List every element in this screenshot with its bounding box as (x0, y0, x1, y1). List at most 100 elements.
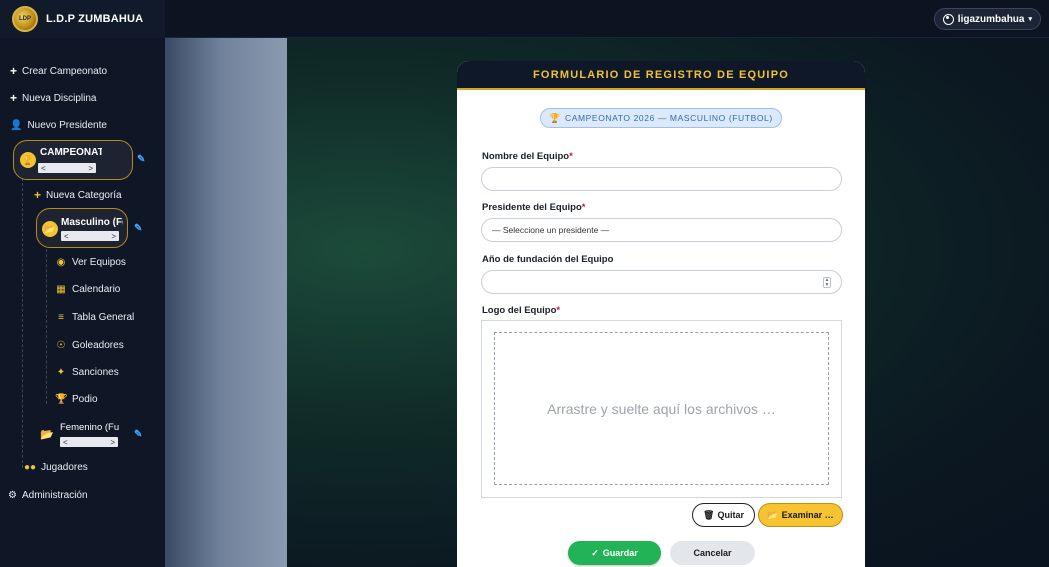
examinar-button[interactable]: 📂 Examinar … (758, 503, 843, 527)
championship-badge-label: CAMPEONATO 2026 — MASCULINO (FUTBOL) (564, 113, 773, 123)
sidebar-item-calendario[interactable]: ▦ Calendario (55, 284, 120, 295)
sidebar-item-label: Jugadores (41, 462, 88, 473)
femenino-scrollbar[interactable]: < > (60, 437, 118, 447)
campeonato-group[interactable]: 🏆 CAMPEONATO 2( < > (13, 140, 133, 180)
sidebar-item-nueva-disciplina[interactable]: + Nueva Disciplina (10, 92, 97, 104)
required-mark: * (569, 151, 573, 162)
required-mark: * (581, 202, 586, 213)
sidebar-item-crear-campeonato[interactable]: + Crear Campeonato (10, 65, 107, 77)
logo-mark: LDP (19, 16, 31, 22)
sidebar-item-label: Tabla General (72, 312, 135, 323)
chevron-left-icon[interactable]: < (64, 232, 69, 241)
guardar-button[interactable]: ✓ Guardar (568, 541, 661, 565)
background-panel (165, 38, 287, 567)
plus-icon: + (10, 64, 18, 78)
plus-icon: + (34, 188, 42, 202)
folder-open-icon: 📂 (767, 509, 779, 520)
masculino-group[interactable]: 📂 Masculino (F( < > (36, 208, 128, 248)
sidebar-item-jugadores[interactable]: ●● Jugadores (24, 462, 88, 473)
sidebar-item-label: Sanciones (72, 367, 119, 378)
anio-fundacion-input[interactable]: ▲ ▼ (481, 270, 842, 294)
plus-icon: + (10, 91, 18, 105)
top-bar: LDP L.D.P ZUMBAHUA ligazumbahua ▾ (0, 0, 1049, 38)
cancelar-label: Cancelar (693, 548, 732, 558)
form-header: FORMULARIO DE REGISTRO DE EQUIPO (457, 61, 865, 90)
masculino-scrollbar[interactable]: < > (61, 231, 119, 241)
league-logo: LDP (12, 6, 38, 32)
quitar-button[interactable]: 🗑 Quitar (692, 503, 755, 527)
femenino-title: Femenino (Fu (60, 422, 120, 433)
nombre-label: Nombre del Equipo* (482, 151, 573, 162)
chevron-right-icon[interactable]: > (88, 164, 93, 173)
trophy-icon: 🏆 (20, 152, 36, 168)
sidebar-item-nuevo-presidente[interactable]: 👤 Nuevo Presidente (10, 120, 107, 131)
edit-icon[interactable]: ✎ (134, 429, 142, 440)
sidebar-item-label: Ver Equipos (72, 257, 126, 268)
sidebar-item-label: Administración (21, 490, 88, 501)
chevron-left-icon[interactable]: < (41, 164, 46, 173)
sidebar-item-label: Nueva Disciplina (22, 92, 97, 104)
edit-icon[interactable]: ✎ (134, 223, 142, 234)
sidebar-item-tabla-general[interactable]: ≡ Tabla General (55, 312, 134, 323)
file-dropzone[interactable]: Arrastre y suelte aquí los archivos … (494, 332, 829, 485)
gears-icon: ⚙ (8, 490, 17, 501)
anio-label: Año de fundación del Equipo (482, 254, 613, 265)
team-registration-form: FORMULARIO DE REGISTRO DE EQUIPO 🏆 CAMPE… (457, 61, 865, 567)
users-icon: ◉ (56, 257, 66, 268)
quitar-label: Quitar (717, 510, 744, 520)
sidebar-item-label: Calendario (72, 284, 121, 295)
chevron-right-icon[interactable]: > (110, 438, 115, 447)
user-menu-button[interactable]: ligazumbahua ▾ (933, 8, 1041, 30)
sidebar-item-label: Nuevo Presidente (27, 120, 107, 131)
chevron-right-icon[interactable]: > (111, 232, 116, 241)
sidebar-item-nueva-categoria[interactable]: + Nueva Categoría (34, 189, 122, 201)
presidente-selected-value: — Seleccione un presidente — (492, 225, 610, 235)
nombre-equipo-input[interactable] (481, 167, 842, 191)
femenino-group[interactable]: 📂 Femenino (Fu < > (36, 418, 128, 454)
ball-icon: ☉ (56, 340, 66, 351)
user-icon: 👤 (10, 120, 23, 131)
examinar-label: Examinar … (781, 510, 834, 520)
folder-open-icon: 📂 (42, 221, 58, 237)
sidebar-item-ver-equipos[interactable]: ◉ Ver Equipos (55, 257, 126, 268)
sidebar-item-administracion[interactable]: ⚙ Administración (8, 490, 88, 501)
sidebar-item-label: Goleadores (72, 340, 124, 351)
list-icon: ≡ (58, 312, 64, 323)
edit-icon[interactable]: ✎ (137, 154, 145, 165)
chevron-left-icon[interactable]: < (63, 438, 68, 447)
number-spinner-icon[interactable]: ▲ ▼ (823, 277, 831, 288)
form-title: FORMULARIO DE REGISTRO DE EQUIPO (533, 68, 789, 81)
sidebar-item-label: Podio (72, 394, 98, 405)
penalty-icon: ✦ (56, 367, 66, 378)
tree-connector (46, 244, 47, 404)
presidente-select[interactable]: — Seleccione un presidente — (481, 218, 842, 242)
guardar-label: Guardar (602, 548, 638, 558)
cancelar-button[interactable]: Cancelar (670, 541, 755, 565)
dropzone-text: Arrastre y suelte aquí los archivos … (547, 400, 776, 417)
brand[interactable]: LDP L.D.P ZUMBAHUA (0, 0, 165, 38)
anio-label-text: Año de fundación del Equipo (482, 254, 614, 265)
trophy-icon: 🏆 (55, 394, 68, 405)
logo-label: Logo del Equipo* (482, 305, 560, 316)
calendar-icon: ▦ (56, 284, 66, 295)
sidebar-item-sanciones[interactable]: ✦ Sanciones (55, 367, 119, 378)
sidebar-item-podio[interactable]: 🏆 Podio (55, 394, 98, 405)
chevron-down-icon: ▾ (1028, 16, 1032, 23)
trash-icon: 🗑 (703, 509, 715, 520)
user-circle-icon (942, 13, 954, 25)
required-mark: * (556, 305, 561, 316)
championship-badge: 🏆 CAMPEONATO 2026 — MASCULINO (FUTBOL) (540, 108, 782, 128)
sidebar-item-label: Crear Campeonato (22, 65, 108, 77)
username: ligazumbahua (957, 13, 1025, 25)
campeonato-scrollbar[interactable]: < > (38, 163, 96, 173)
check-icon: ✓ (591, 547, 599, 558)
sidebar-item-goleadores[interactable]: ☉ Goleadores (55, 340, 124, 351)
sidebar: + Crear Campeonato + Nueva Disciplina 👤 … (0, 38, 165, 567)
presidente-label: Presidente del Equipo* (482, 202, 585, 213)
folder-open-icon: 📂 (40, 429, 54, 441)
trophy-icon: 🏆 (549, 112, 561, 123)
masculino-title: Masculino (F( (61, 217, 123, 228)
logo-label-text: Logo del Equipo (482, 305, 557, 316)
players-icon: ●● (24, 462, 37, 473)
logo-upload-area: Arrastre y suelte aquí los archivos … (481, 320, 842, 498)
